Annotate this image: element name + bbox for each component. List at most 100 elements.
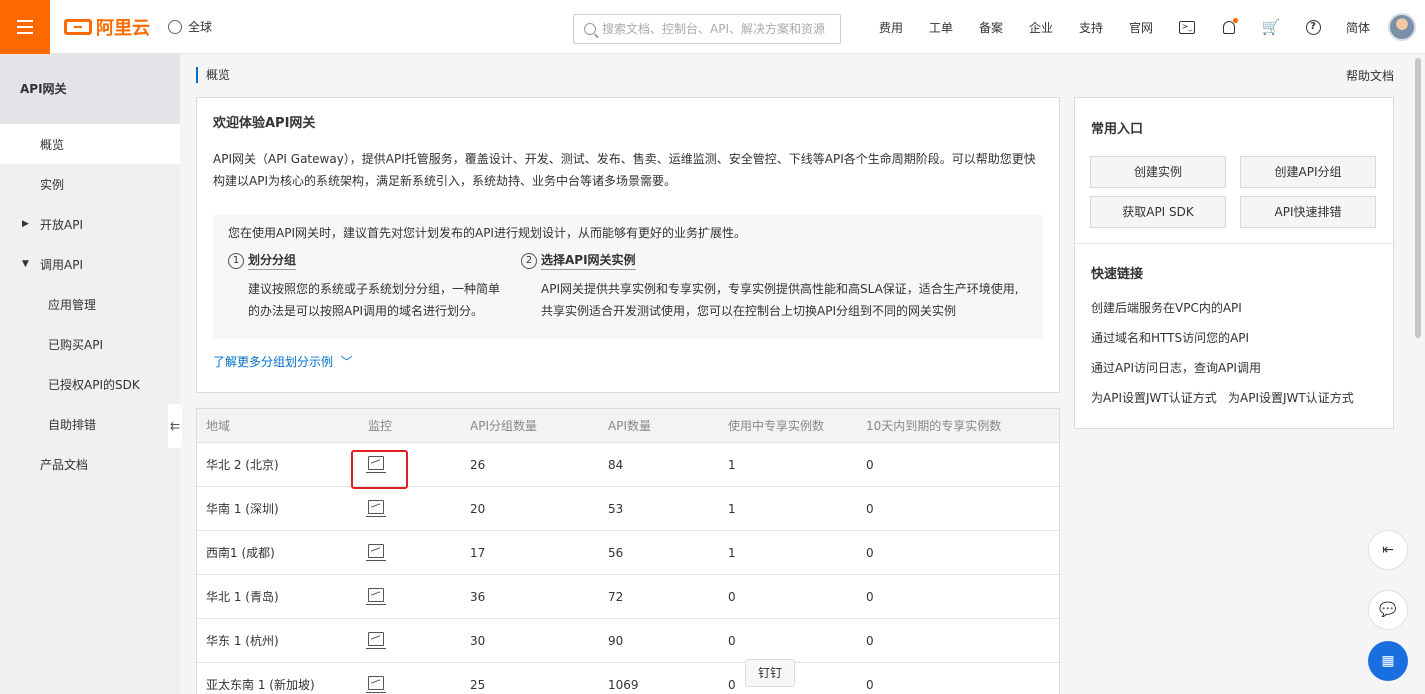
welcome-title: 欢迎体验API网关	[213, 116, 316, 131]
apps-button[interactable]: ▦	[1368, 641, 1408, 681]
monitor-icon[interactable]	[366, 676, 386, 693]
table-header: 地域 监控 API分组数量 API数量 使用中专享实例数 10天内到期的专享实例…	[197, 409, 1059, 443]
monitor-cell	[366, 632, 470, 649]
col-inuse-instances: 使用中专享实例数	[728, 419, 825, 433]
get-api-sdk-button[interactable]: 获取API SDK	[1090, 196, 1226, 228]
scrollbar-thumb[interactable]	[1415, 58, 1421, 338]
monitor-icon[interactable]	[366, 500, 386, 517]
chevron-down-icon: ﹀	[336, 355, 353, 369]
quick-link-logs[interactable]: 通过API访问日志，查询API调用	[1091, 359, 1261, 376]
language-switch[interactable]: 简体	[1334, 19, 1382, 36]
help-doc-link[interactable]: 帮助文档	[1346, 67, 1394, 84]
nav-enterprise[interactable]: 企业	[1016, 19, 1066, 36]
avatar[interactable]	[1388, 13, 1416, 41]
sidebar-item-label: 已购买API	[48, 337, 103, 352]
nav-fees[interactable]: 费用	[866, 19, 916, 36]
region-label: 全球	[188, 20, 213, 34]
search-input[interactable]	[602, 22, 832, 36]
quick-link-jwt-2[interactable]: 为API设置JWT认证方式	[1228, 389, 1354, 406]
region-cell: 亚太东南 1 (新加坡)	[206, 678, 315, 692]
sidebar-item-instances[interactable]: 实例	[0, 164, 180, 204]
welcome-description: API网关（API Gateway），提供API托管服务，覆盖设计、开发、测试、…	[213, 148, 1043, 192]
api-count-cell: 90	[608, 633, 624, 648]
search-box[interactable]	[573, 14, 841, 44]
chat-button[interactable]: 💬	[1368, 590, 1408, 630]
welcome-desc-line: 构建以API为核心的系统架构，满足新系统引入，系统劫持、业务中台等诸多场景需要。	[213, 174, 676, 188]
step-number: 2	[521, 252, 537, 269]
region-cell: 华北 1 (青岛)	[206, 590, 279, 604]
sidebar-collapse-button[interactable]: ⇇	[168, 404, 182, 448]
sidebar-item-self-troubleshoot[interactable]: 自助排错	[0, 404, 180, 444]
notifications-button[interactable]	[1208, 0, 1250, 54]
monitor-icon[interactable]	[366, 588, 386, 605]
aliyun-logo[interactable]: 阿里云	[64, 14, 150, 40]
group-count-cell: 30	[470, 633, 486, 648]
scrollbar[interactable]	[1413, 54, 1423, 694]
search-icon	[584, 23, 596, 35]
expiring-cell: 0	[866, 457, 874, 472]
cart-button[interactable]: 🛒	[1250, 0, 1292, 54]
globe-icon	[168, 19, 182, 34]
help-button[interactable]: ?	[1292, 0, 1334, 54]
step-text: 建议按照您的系统或子系统划分分组，一种简单	[248, 282, 501, 296]
monitor-cell	[366, 588, 470, 605]
sidebar-item-authorized-sdk[interactable]: 已授权API的SDK	[0, 364, 180, 404]
sidebar-item-overview[interactable]: 概览	[0, 124, 180, 164]
api-count-cell: 56	[608, 545, 624, 560]
quick-link-vpc[interactable]: 创建后端服务在VPC内的API	[1091, 299, 1242, 316]
planning-tip: 您在使用API网关时，建议首先对您计划发布的API进行规划设计，从而能够有更好的…	[228, 226, 746, 240]
quick-link-https[interactable]: 通过域名和HTTS访问您的API	[1091, 329, 1249, 346]
sidebar-item-product-docs[interactable]: 产品文档	[0, 444, 180, 484]
sidebar-item-purchased-api[interactable]: 已购买API	[0, 324, 180, 364]
region-cell: 西南1 (成都)	[206, 546, 275, 560]
apps-grid-icon: ▦	[1381, 653, 1395, 669]
expiring-cell: 0	[866, 501, 874, 516]
exit-icon: ⇤	[1382, 542, 1394, 558]
sidebar-item-label: 实例	[40, 177, 65, 192]
sidebar-item-call-api[interactable]: ▼ 调用API	[0, 244, 180, 284]
region-cell: 华南 1 (深圳)	[206, 502, 279, 516]
nav-official-site[interactable]: 官网	[1116, 19, 1166, 36]
monitor-icon[interactable]	[366, 544, 386, 561]
group-count-cell: 26	[470, 457, 486, 472]
table-row: 华东 1 (杭州) 30 90 0 0	[197, 619, 1059, 663]
aliyun-logo-icon	[64, 18, 92, 35]
feedback-button[interactable]: ⇤	[1368, 530, 1408, 570]
planning-tip-box: 您在使用API网关时，建议首先对您计划发布的API进行规划设计，从而能够有更好的…	[213, 215, 1043, 339]
chat-icon: 💬	[1379, 602, 1397, 618]
col-region: 地域	[206, 419, 231, 433]
quick-link-jwt[interactable]: 为API设置JWT认证方式	[1091, 389, 1217, 406]
monitor-icon[interactable]	[366, 632, 386, 649]
api-troubleshoot-button[interactable]: API快速排错	[1240, 196, 1376, 228]
step-text: API网关提供共享实例和专享实例，专享实例提供高性能和高SLA保证，适合生产环境…	[541, 282, 1019, 296]
hamburger-menu-button[interactable]	[0, 0, 50, 54]
caret-right-icon: ▶	[22, 219, 29, 229]
monitor-cell	[366, 544, 470, 561]
monitor-cell	[351, 450, 470, 489]
cloud-shell-button[interactable]: >_	[1166, 0, 1208, 54]
nav-support[interactable]: 支持	[1066, 19, 1116, 36]
table-row: 亚太东南 1 (新加坡) 25 1069 0 0	[197, 663, 1059, 694]
region-cell: 华东 1 (杭州)	[206, 634, 279, 648]
api-count-cell: 1069	[608, 677, 639, 692]
sidebar-item-open-api[interactable]: ▶ 开放API	[0, 204, 180, 244]
notification-dot	[1233, 18, 1238, 23]
welcome-desc-line: API网关（API Gateway），提供API托管服务，覆盖设计、开发、测试、…	[213, 152, 1036, 166]
inuse-cell: 1	[728, 545, 736, 560]
inuse-cell: 1	[728, 457, 736, 472]
create-instance-button[interactable]: 创建实例	[1090, 156, 1226, 188]
region-table: 地域 监控 API分组数量 API数量 使用中专享实例数 10天内到期的专享实例…	[196, 408, 1060, 694]
sidebar-item-label: 概览	[40, 137, 65, 152]
region-selector[interactable]: 全球	[168, 18, 212, 35]
step-title: 选择API网关实例	[541, 251, 636, 270]
create-api-group-button[interactable]: 创建API分组	[1240, 156, 1376, 188]
dingtalk-tooltip: 钉钉	[745, 659, 796, 687]
nav-tickets[interactable]: 工单	[916, 19, 966, 36]
help-icon: ?	[1305, 19, 1321, 35]
cart-icon: 🛒	[1261, 18, 1281, 36]
nav-icp[interactable]: 备案	[966, 19, 1016, 36]
learn-more-link[interactable]: 了解更多分组划分示例 ﹀	[213, 353, 353, 370]
divider	[1075, 243, 1393, 244]
group-count-cell: 25	[470, 677, 486, 692]
sidebar-item-app-management[interactable]: 应用管理	[0, 284, 180, 324]
